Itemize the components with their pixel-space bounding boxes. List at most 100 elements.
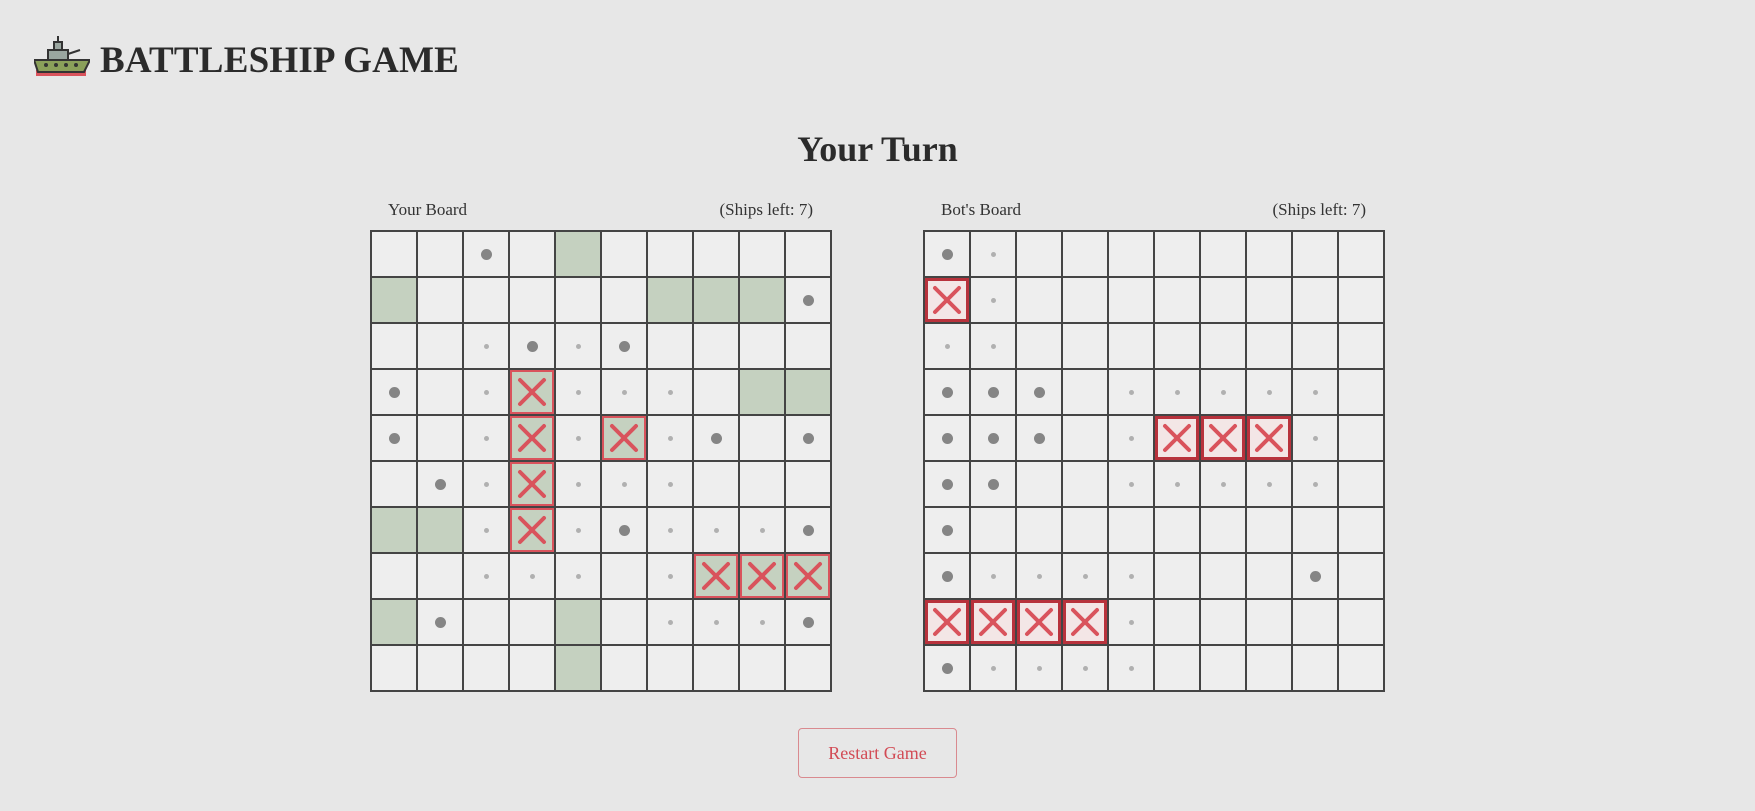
bot-cell-near[interactable] bbox=[971, 232, 1017, 278]
bot-cell-empty[interactable] bbox=[1293, 508, 1339, 554]
bot-cell-hit[interactable] bbox=[1247, 416, 1293, 462]
bot-cell-empty[interactable] bbox=[1201, 600, 1247, 646]
bot-cell-empty[interactable] bbox=[1063, 462, 1109, 508]
bot-cell-empty[interactable] bbox=[1109, 232, 1155, 278]
bot-cell-empty[interactable] bbox=[1247, 232, 1293, 278]
bot-cell-miss[interactable] bbox=[925, 646, 971, 692]
bot-cell-empty[interactable] bbox=[1293, 646, 1339, 692]
bot-cell-miss[interactable] bbox=[971, 416, 1017, 462]
bot-cell-miss[interactable] bbox=[1017, 370, 1063, 416]
bot-cell-hit[interactable] bbox=[1063, 600, 1109, 646]
bot-cell-near[interactable] bbox=[1155, 370, 1201, 416]
bot-cell-near[interactable] bbox=[1109, 554, 1155, 600]
bot-cell-near[interactable] bbox=[1155, 462, 1201, 508]
bot-cell-empty[interactable] bbox=[1155, 646, 1201, 692]
bot-cell-empty[interactable] bbox=[1339, 646, 1385, 692]
bot-cell-empty[interactable] bbox=[1339, 508, 1385, 554]
bot-cell-hit[interactable] bbox=[1201, 416, 1247, 462]
bot-cell-empty[interactable] bbox=[1247, 324, 1293, 370]
bot-cell-empty[interactable] bbox=[1201, 508, 1247, 554]
bot-cell-empty[interactable] bbox=[1339, 324, 1385, 370]
bot-cell-near[interactable] bbox=[1293, 462, 1339, 508]
bot-cell-empty[interactable] bbox=[1155, 232, 1201, 278]
bot-cell-empty[interactable] bbox=[1201, 554, 1247, 600]
bot-cell-empty[interactable] bbox=[1247, 600, 1293, 646]
bot-cell-near[interactable] bbox=[1063, 646, 1109, 692]
bot-cell-miss[interactable] bbox=[971, 370, 1017, 416]
bot-cell-near[interactable] bbox=[1017, 554, 1063, 600]
bot-cell-empty[interactable] bbox=[1063, 232, 1109, 278]
bot-cell-empty[interactable] bbox=[1339, 416, 1385, 462]
bot-cell-empty[interactable] bbox=[1063, 508, 1109, 554]
bot-cell-hit[interactable] bbox=[1155, 416, 1201, 462]
bot-cell-near[interactable] bbox=[1201, 370, 1247, 416]
bot-cell-empty[interactable] bbox=[1247, 508, 1293, 554]
bot-cell-near[interactable] bbox=[1109, 370, 1155, 416]
bot-cell-hit[interactable] bbox=[925, 600, 971, 646]
bot-cell-empty[interactable] bbox=[1201, 324, 1247, 370]
bot-cell-empty[interactable] bbox=[1201, 646, 1247, 692]
bot-cell-empty[interactable] bbox=[1339, 278, 1385, 324]
bot-cell-miss[interactable] bbox=[1293, 554, 1339, 600]
bot-cell-near[interactable] bbox=[1017, 646, 1063, 692]
bot-cell-empty[interactable] bbox=[1109, 278, 1155, 324]
bot-cell-near[interactable] bbox=[1109, 600, 1155, 646]
bot-cell-empty[interactable] bbox=[1201, 232, 1247, 278]
bot-cell-empty[interactable] bbox=[1063, 416, 1109, 462]
bot-cell-empty[interactable] bbox=[1063, 324, 1109, 370]
bot-cell-hit[interactable] bbox=[971, 600, 1017, 646]
bot-cell-hit[interactable] bbox=[1017, 600, 1063, 646]
bot-cell-empty[interactable] bbox=[1017, 232, 1063, 278]
bot-cell-near[interactable] bbox=[1293, 370, 1339, 416]
bot-cell-near[interactable] bbox=[971, 554, 1017, 600]
bot-cell-empty[interactable] bbox=[1063, 278, 1109, 324]
bot-cell-near[interactable] bbox=[925, 324, 971, 370]
bot-cell-empty[interactable] bbox=[1247, 646, 1293, 692]
bot-cell-miss[interactable] bbox=[925, 508, 971, 554]
bot-cell-near[interactable] bbox=[1109, 646, 1155, 692]
bot-cell-empty[interactable] bbox=[1155, 554, 1201, 600]
bot-cell-near[interactable] bbox=[1109, 416, 1155, 462]
bot-cell-miss[interactable] bbox=[925, 462, 971, 508]
bot-cell-empty[interactable] bbox=[1155, 278, 1201, 324]
bot-cell-empty[interactable] bbox=[1339, 554, 1385, 600]
bot-cell-miss[interactable] bbox=[1017, 416, 1063, 462]
bot-cell-miss[interactable] bbox=[971, 462, 1017, 508]
bot-cell-near[interactable] bbox=[1247, 370, 1293, 416]
bot-cell-empty[interactable] bbox=[1247, 278, 1293, 324]
bot-cell-empty[interactable] bbox=[1339, 370, 1385, 416]
bot-cell-near[interactable] bbox=[1201, 462, 1247, 508]
bot-cell-empty[interactable] bbox=[1155, 600, 1201, 646]
bot-cell-near[interactable] bbox=[971, 278, 1017, 324]
bot-cell-near[interactable] bbox=[1293, 416, 1339, 462]
bot-cell-empty[interactable] bbox=[1293, 324, 1339, 370]
bot-cell-empty[interactable] bbox=[1247, 554, 1293, 600]
bot-cell-near[interactable] bbox=[1247, 462, 1293, 508]
bot-cell-empty[interactable] bbox=[1155, 324, 1201, 370]
bot-cell-empty[interactable] bbox=[1017, 462, 1063, 508]
bot-cell-miss[interactable] bbox=[925, 232, 971, 278]
bot-cell-empty[interactable] bbox=[1293, 278, 1339, 324]
bot-cell-empty[interactable] bbox=[1109, 508, 1155, 554]
bot-cell-hit[interactable] bbox=[925, 278, 971, 324]
bot-cell-miss[interactable] bbox=[925, 554, 971, 600]
bot-cell-near[interactable] bbox=[971, 324, 1017, 370]
bot-cell-near[interactable] bbox=[1063, 554, 1109, 600]
bot-cell-empty[interactable] bbox=[971, 508, 1017, 554]
bot-cell-empty[interactable] bbox=[1201, 278, 1247, 324]
bot-cell-near[interactable] bbox=[971, 646, 1017, 692]
bot-cell-empty[interactable] bbox=[1339, 600, 1385, 646]
bot-cell-empty[interactable] bbox=[1293, 232, 1339, 278]
bot-cell-empty[interactable] bbox=[1017, 324, 1063, 370]
bot-cell-empty[interactable] bbox=[1339, 232, 1385, 278]
bot-cell-miss[interactable] bbox=[925, 370, 971, 416]
bot-cell-empty[interactable] bbox=[1017, 508, 1063, 554]
bot-cell-empty[interactable] bbox=[1155, 508, 1201, 554]
restart-game-button[interactable]: Restart Game bbox=[798, 728, 957, 778]
bot-cell-empty[interactable] bbox=[1017, 278, 1063, 324]
bot-cell-empty[interactable] bbox=[1109, 324, 1155, 370]
bot-cell-empty[interactable] bbox=[1063, 370, 1109, 416]
bot-cell-miss[interactable] bbox=[925, 416, 971, 462]
bot-cell-empty[interactable] bbox=[1293, 600, 1339, 646]
bot-cell-empty[interactable] bbox=[1339, 462, 1385, 508]
